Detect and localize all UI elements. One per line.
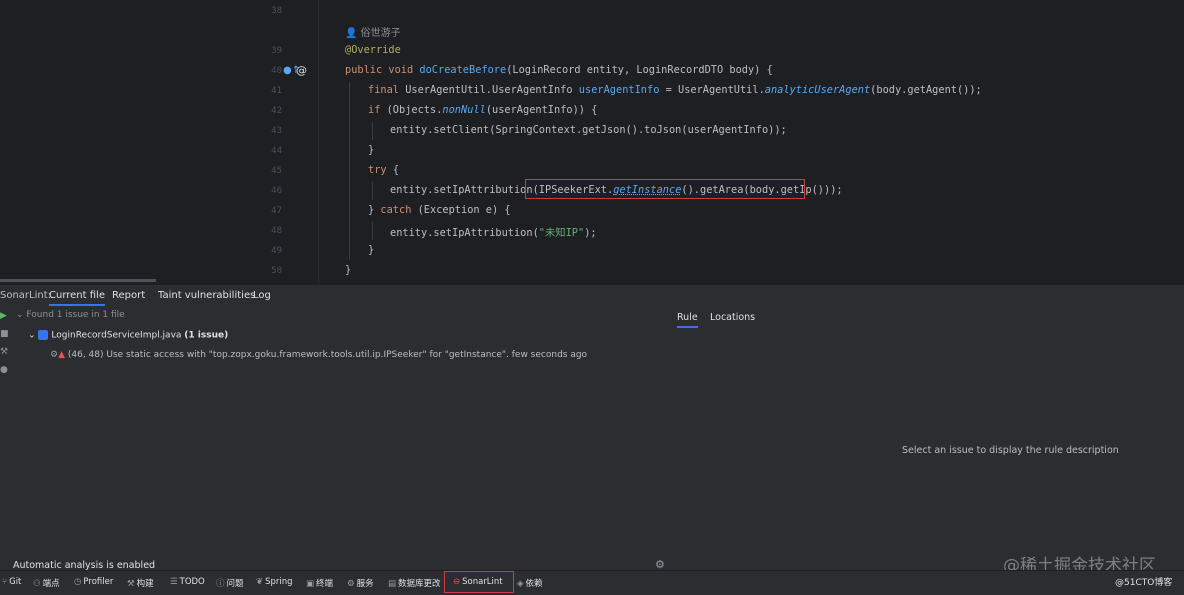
services-icon: ⚙: [347, 579, 355, 589]
git-button[interactable]: ⑂ Git: [2, 577, 21, 587]
line-number: 49: [271, 246, 282, 256]
tab-log[interactable]: Log: [253, 290, 271, 301]
code-line-42[interactable]: if (Objects.nonNull(userAgentInfo)) {: [368, 104, 597, 116]
code-line-44[interactable]: }: [368, 144, 374, 156]
profiler-button[interactable]: ◷ Profiler: [74, 577, 113, 587]
line-number: 40: [271, 66, 282, 76]
chevron-down-icon: ⌄: [16, 310, 24, 320]
list-icon: ☰: [170, 577, 178, 587]
indent-guide: [372, 222, 373, 240]
file-node[interactable]: ⌄ LoginRecordServiceImpl.java (1 issue): [28, 330, 228, 341]
at-icon[interactable]: @: [296, 64, 307, 77]
line-number: 48: [271, 226, 282, 236]
problems-button[interactable]: ⓘ 问题: [216, 577, 244, 589]
java-file-icon: [38, 330, 49, 340]
severity-icon: ▲: [58, 350, 65, 360]
line-number: 44: [271, 146, 282, 156]
stop-icon[interactable]: ■: [0, 329, 9, 339]
code-smell-icon: ⚙: [50, 350, 59, 360]
code-line-45[interactable]: try {: [368, 164, 399, 176]
terminal-icon: ▣: [306, 579, 315, 589]
panel-splitter[interactable]: [0, 279, 156, 282]
code-line-39[interactable]: @Override: [345, 44, 401, 56]
copyright: @51CTO博客: [1115, 578, 1173, 588]
database-changes-button[interactable]: ▤ 数据库更改: [388, 577, 441, 589]
database-icon: ▤: [388, 579, 397, 589]
person-icon: 👤: [345, 28, 358, 39]
code-line-48[interactable]: entity.setIpAttribution("未知IP");: [390, 224, 597, 239]
problems-icon: ⓘ: [216, 579, 225, 589]
line-number: 46: [271, 186, 282, 196]
services-button[interactable]: ⚙ 服务: [347, 577, 374, 589]
tab-report[interactable]: Report: [112, 290, 145, 301]
indent-guide: [349, 82, 350, 260]
code-line-40[interactable]: public void doCreateBefore(LoginRecord e…: [345, 64, 773, 76]
chevron-down-icon: ⌄: [28, 330, 36, 341]
panel-title: SonarLint:: [0, 290, 52, 301]
terminal-button[interactable]: ▣ 终端: [306, 577, 333, 589]
line-number: 38: [271, 6, 282, 16]
line-number: 42: [271, 106, 282, 116]
sonarlint-panel: SonarLint: Current file Report Taint vul…: [0, 284, 1184, 571]
author-hint: 👤 俗世游子: [345, 28, 401, 39]
indent-guide: [372, 182, 373, 200]
spring-button[interactable]: ❦ Spring: [256, 577, 293, 587]
code-line-43[interactable]: entity.setClient(SpringContext.getJson()…: [390, 124, 787, 136]
hammer-icon: ⚒: [127, 579, 135, 589]
line-number: 43: [271, 126, 282, 136]
tab-current-file[interactable]: Current file: [49, 290, 105, 306]
code-line-47[interactable]: } catch (Exception e) {: [368, 204, 511, 216]
line-number: 47: [271, 206, 282, 216]
tool-window-bar: ⑂ Git ⚇ 端点 ◷ Profiler ⚒ 构建 ☰ TODO ⓘ 问题 ❦ Spring…: [0, 570, 1184, 595]
code-line-49[interactable]: }: [368, 244, 374, 256]
line-number: 39: [271, 46, 282, 56]
editor-gutter: [0, 0, 319, 283]
found-summary[interactable]: ⌄ Found 1 issue in 1 file: [16, 310, 125, 320]
code-line-41[interactable]: final UserAgentUtil.UserAgentInfo userAg…: [368, 84, 982, 96]
issue-row[interactable]: ⚙▲ (46, 48) Use static access with "top.…: [50, 350, 587, 360]
settings-icon[interactable]: ⚒: [0, 347, 8, 357]
build-button[interactable]: ⚒ 构建: [127, 577, 154, 589]
endpoints-button[interactable]: ⚇ 端点: [33, 577, 60, 589]
line-number: 45: [271, 166, 282, 176]
code-line-50[interactable]: }: [345, 264, 351, 276]
tab-rule[interactable]: Rule: [677, 312, 698, 328]
tab-locations[interactable]: Locations: [710, 312, 755, 323]
profiler-icon: ◷: [74, 577, 82, 587]
indent-guide: [372, 122, 373, 140]
issue-highlight-box: [525, 179, 805, 199]
line-number: 41: [271, 86, 282, 96]
panel-tabs: SonarLint: Current file Report Taint vul…: [0, 285, 1184, 307]
git-icon: ⑂: [2, 577, 8, 587]
info-icon[interactable]: ●: [0, 365, 8, 375]
sonarlint-highlight-box: [444, 571, 514, 593]
run-icon[interactable]: ▶: [0, 311, 7, 321]
code-editor[interactable]: 38 39 40 41 42 43 44 45 46 47 48 49 50 ●…: [0, 0, 1184, 283]
spring-icon: ❦: [256, 577, 264, 587]
rule-placeholder: Select an issue to display the rule desc…: [902, 445, 1119, 456]
line-number: 50: [271, 266, 282, 276]
dependencies-button[interactable]: ◈ 依赖: [517, 577, 543, 589]
rule-tabs: Rule Locations: [668, 309, 1184, 329]
endpoints-icon: ⚇: [33, 579, 41, 589]
todo-button[interactable]: ☰ TODO: [170, 577, 205, 587]
dependencies-icon: ◈: [517, 579, 524, 589]
tab-taint-vulnerabilities[interactable]: Taint vulnerabilities: [158, 290, 255, 301]
